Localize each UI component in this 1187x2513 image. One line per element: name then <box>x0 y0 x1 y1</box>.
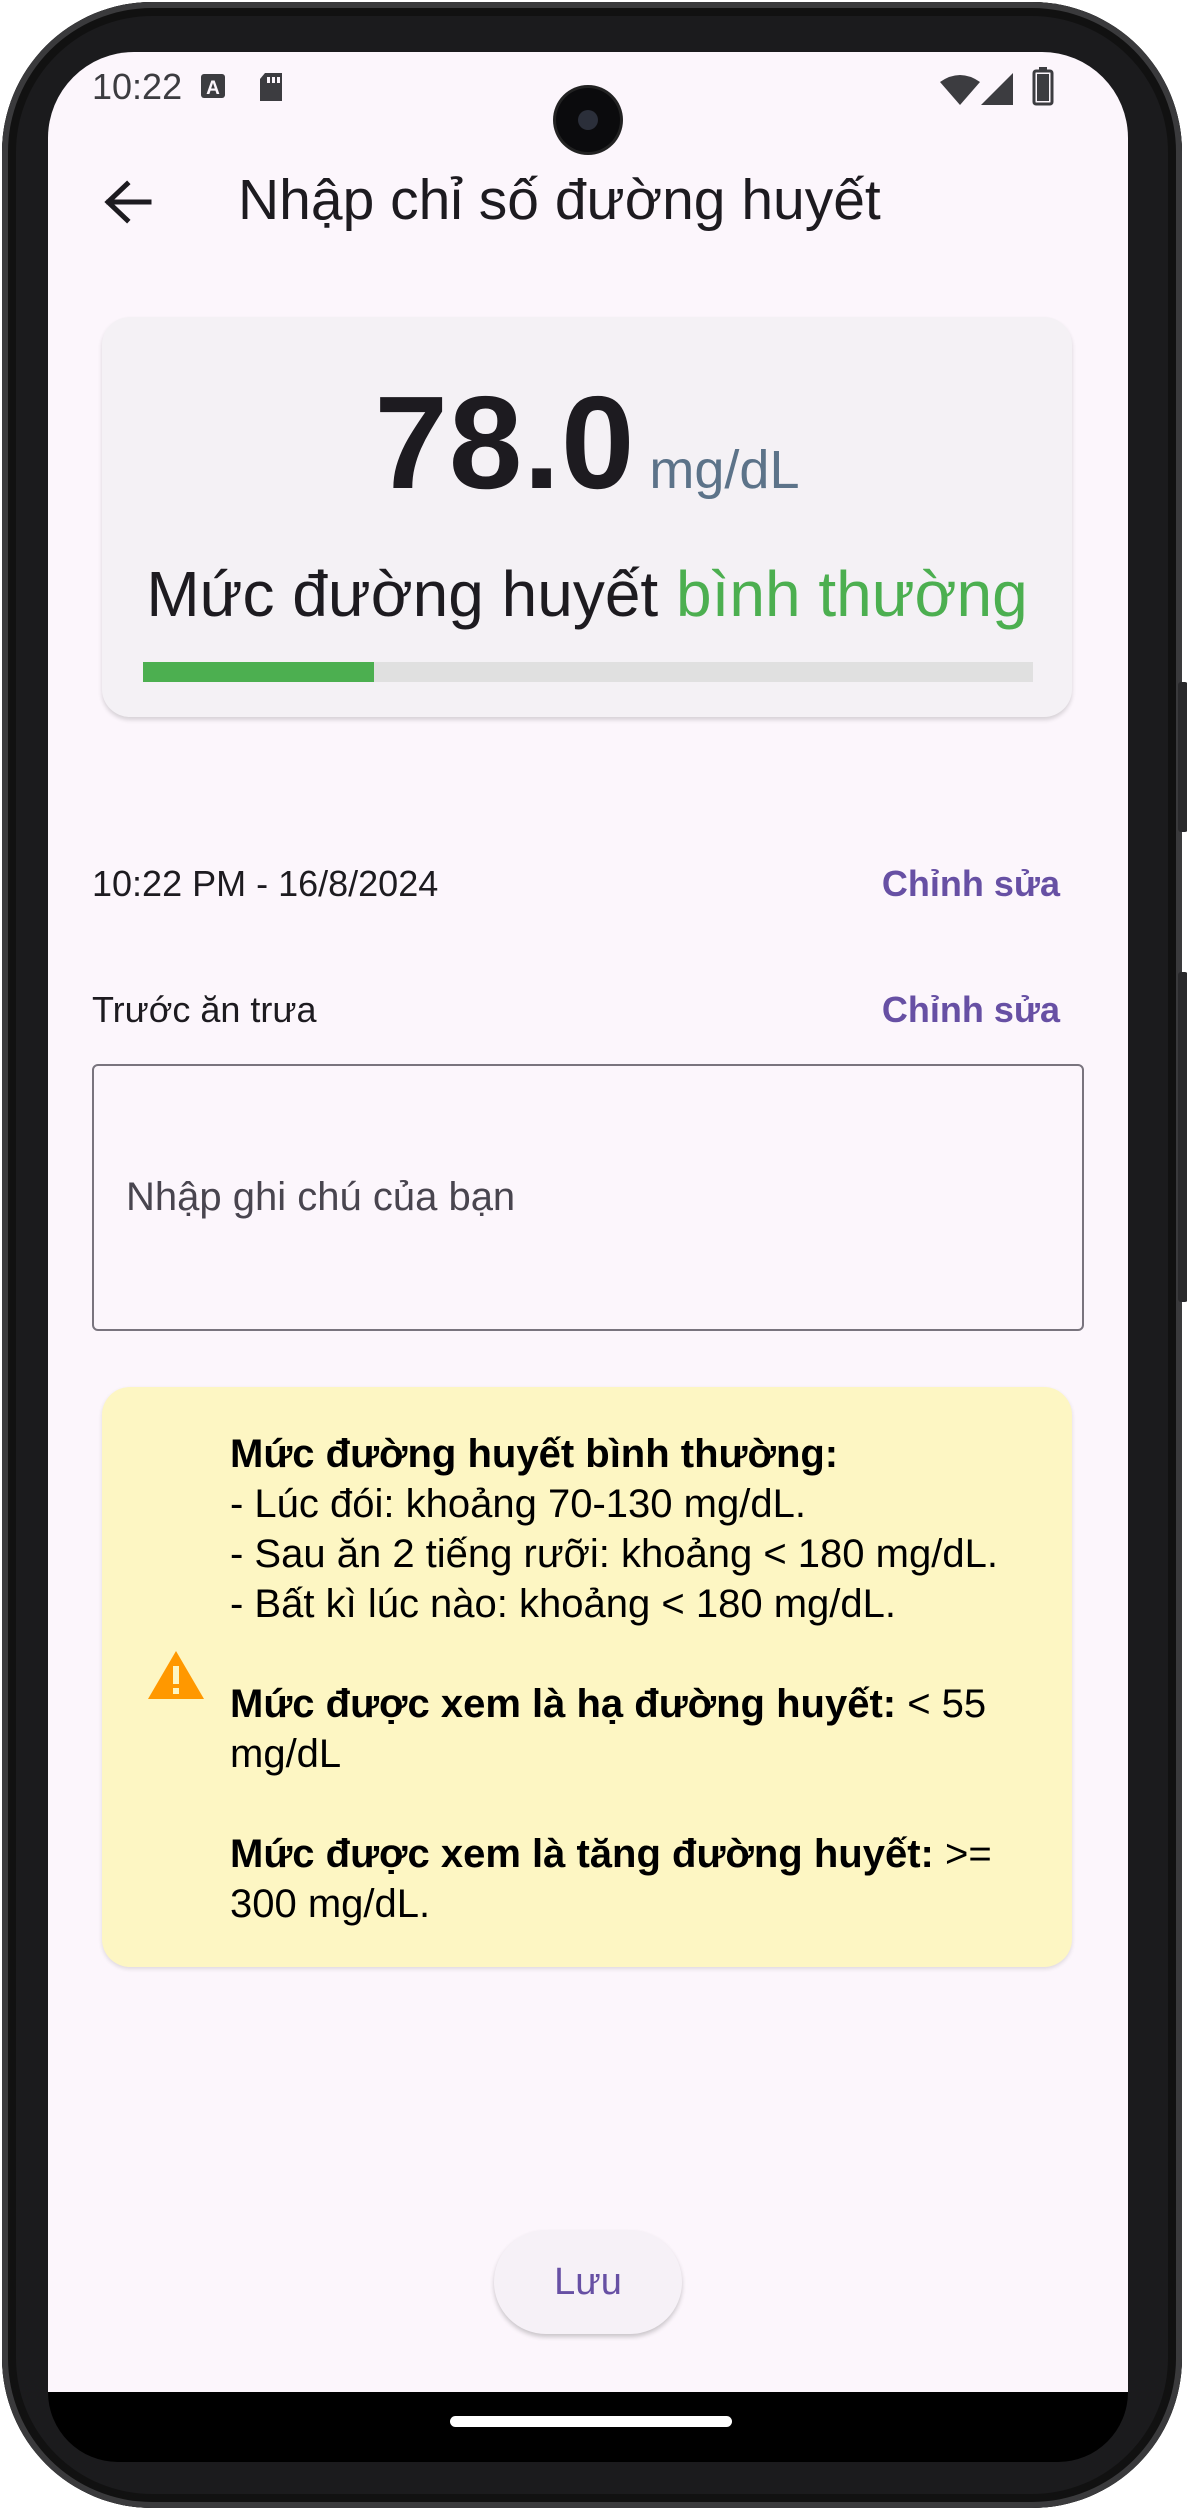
home-indicator[interactable] <box>450 2416 732 2427</box>
high-threshold-title: Mức được xem là tăng đường huyết: <box>230 1832 934 1876</box>
normal-range-line: - Sau ăn 2 tiếng rưỡi: khoảng < 180 mg/d… <box>230 1532 998 1576</box>
normal-range-line: - Bất kì lúc nào: khoảng < 180 mg/dL. <box>230 1582 896 1626</box>
keyboard-a-icon: A <box>200 72 226 105</box>
back-button[interactable] <box>88 162 168 242</box>
meal-text: Trước ăn trưa <box>92 989 317 1030</box>
low-threshold-title: Mức được xem là hạ đường huyết: <box>230 1682 897 1726</box>
note-input[interactable] <box>124 1166 1048 1228</box>
glucose-value: 78.0 <box>374 369 636 516</box>
front-camera <box>556 88 620 152</box>
glucose-status: Mức đường huyết bình thường <box>102 557 1072 631</box>
bottom-bezel <box>48 2392 1128 2462</box>
datetime-text: 10:22 PM - 16/8/2024 <box>92 863 439 904</box>
high-threshold: Mức được xem là tăng đường huyết: >= 300… <box>230 1829 1050 1929</box>
svg-text:A: A <box>206 78 220 99</box>
battery-icon <box>1032 66 1054 111</box>
reading-card: 78.0 mg/dL Mức đường huyết bình thường <box>102 317 1072 717</box>
edit-meal-button[interactable]: Chỉnh sửa <box>882 980 1060 1040</box>
volume-button <box>1178 682 1187 832</box>
save-button[interactable]: Lưu <box>494 2230 682 2334</box>
glucose-level-fill <box>143 662 375 682</box>
signal-icon <box>980 72 1014 111</box>
sd-card-icon <box>258 72 284 107</box>
screen: 10:22 A Nhập chỉ số đường huyết 78.0 mg/d… <box>48 52 1128 2392</box>
datetime-row: 10:22 PM - 16/8/2024 Chỉnh sửa <box>92 854 1090 914</box>
edit-datetime-button[interactable]: Chỉnh sửa <box>882 854 1060 914</box>
status-bar: 10:22 A <box>48 52 1128 162</box>
power-button <box>1178 972 1187 1302</box>
glucose-level-bar <box>143 662 1033 682</box>
glucose-status-prefix: Mức đường huyết <box>146 558 676 630</box>
glucose-status-level: bình thường <box>675 558 1028 630</box>
wifi-icon <box>940 74 980 111</box>
arrow-left-icon <box>104 180 152 224</box>
normal-range-line: - Lúc đói: khoảng 70-130 mg/dL. <box>230 1482 806 1526</box>
page-title: Nhập chỉ số đường huyết <box>238 168 881 232</box>
note-field[interactable] <box>92 1064 1084 1331</box>
status-time: 10:22 <box>92 66 183 107</box>
meal-row: Trước ăn trưa Chỉnh sửa <box>92 980 1090 1040</box>
info-content: Mức đường huyết bình thường: - Lúc đói: … <box>230 1429 1050 1929</box>
normal-range-title: Mức đường huyết bình thường: <box>230 1432 839 1476</box>
low-threshold: Mức được xem là hạ đường huyết: < 55 mg/… <box>230 1679 1050 1779</box>
warning-icon <box>148 1651 204 1699</box>
reading-value-row: 78.0 mg/dL <box>102 367 1072 518</box>
glucose-info-box: Mức đường huyết bình thường: - Lúc đói: … <box>102 1387 1072 1967</box>
glucose-unit: mg/dL <box>649 440 800 500</box>
